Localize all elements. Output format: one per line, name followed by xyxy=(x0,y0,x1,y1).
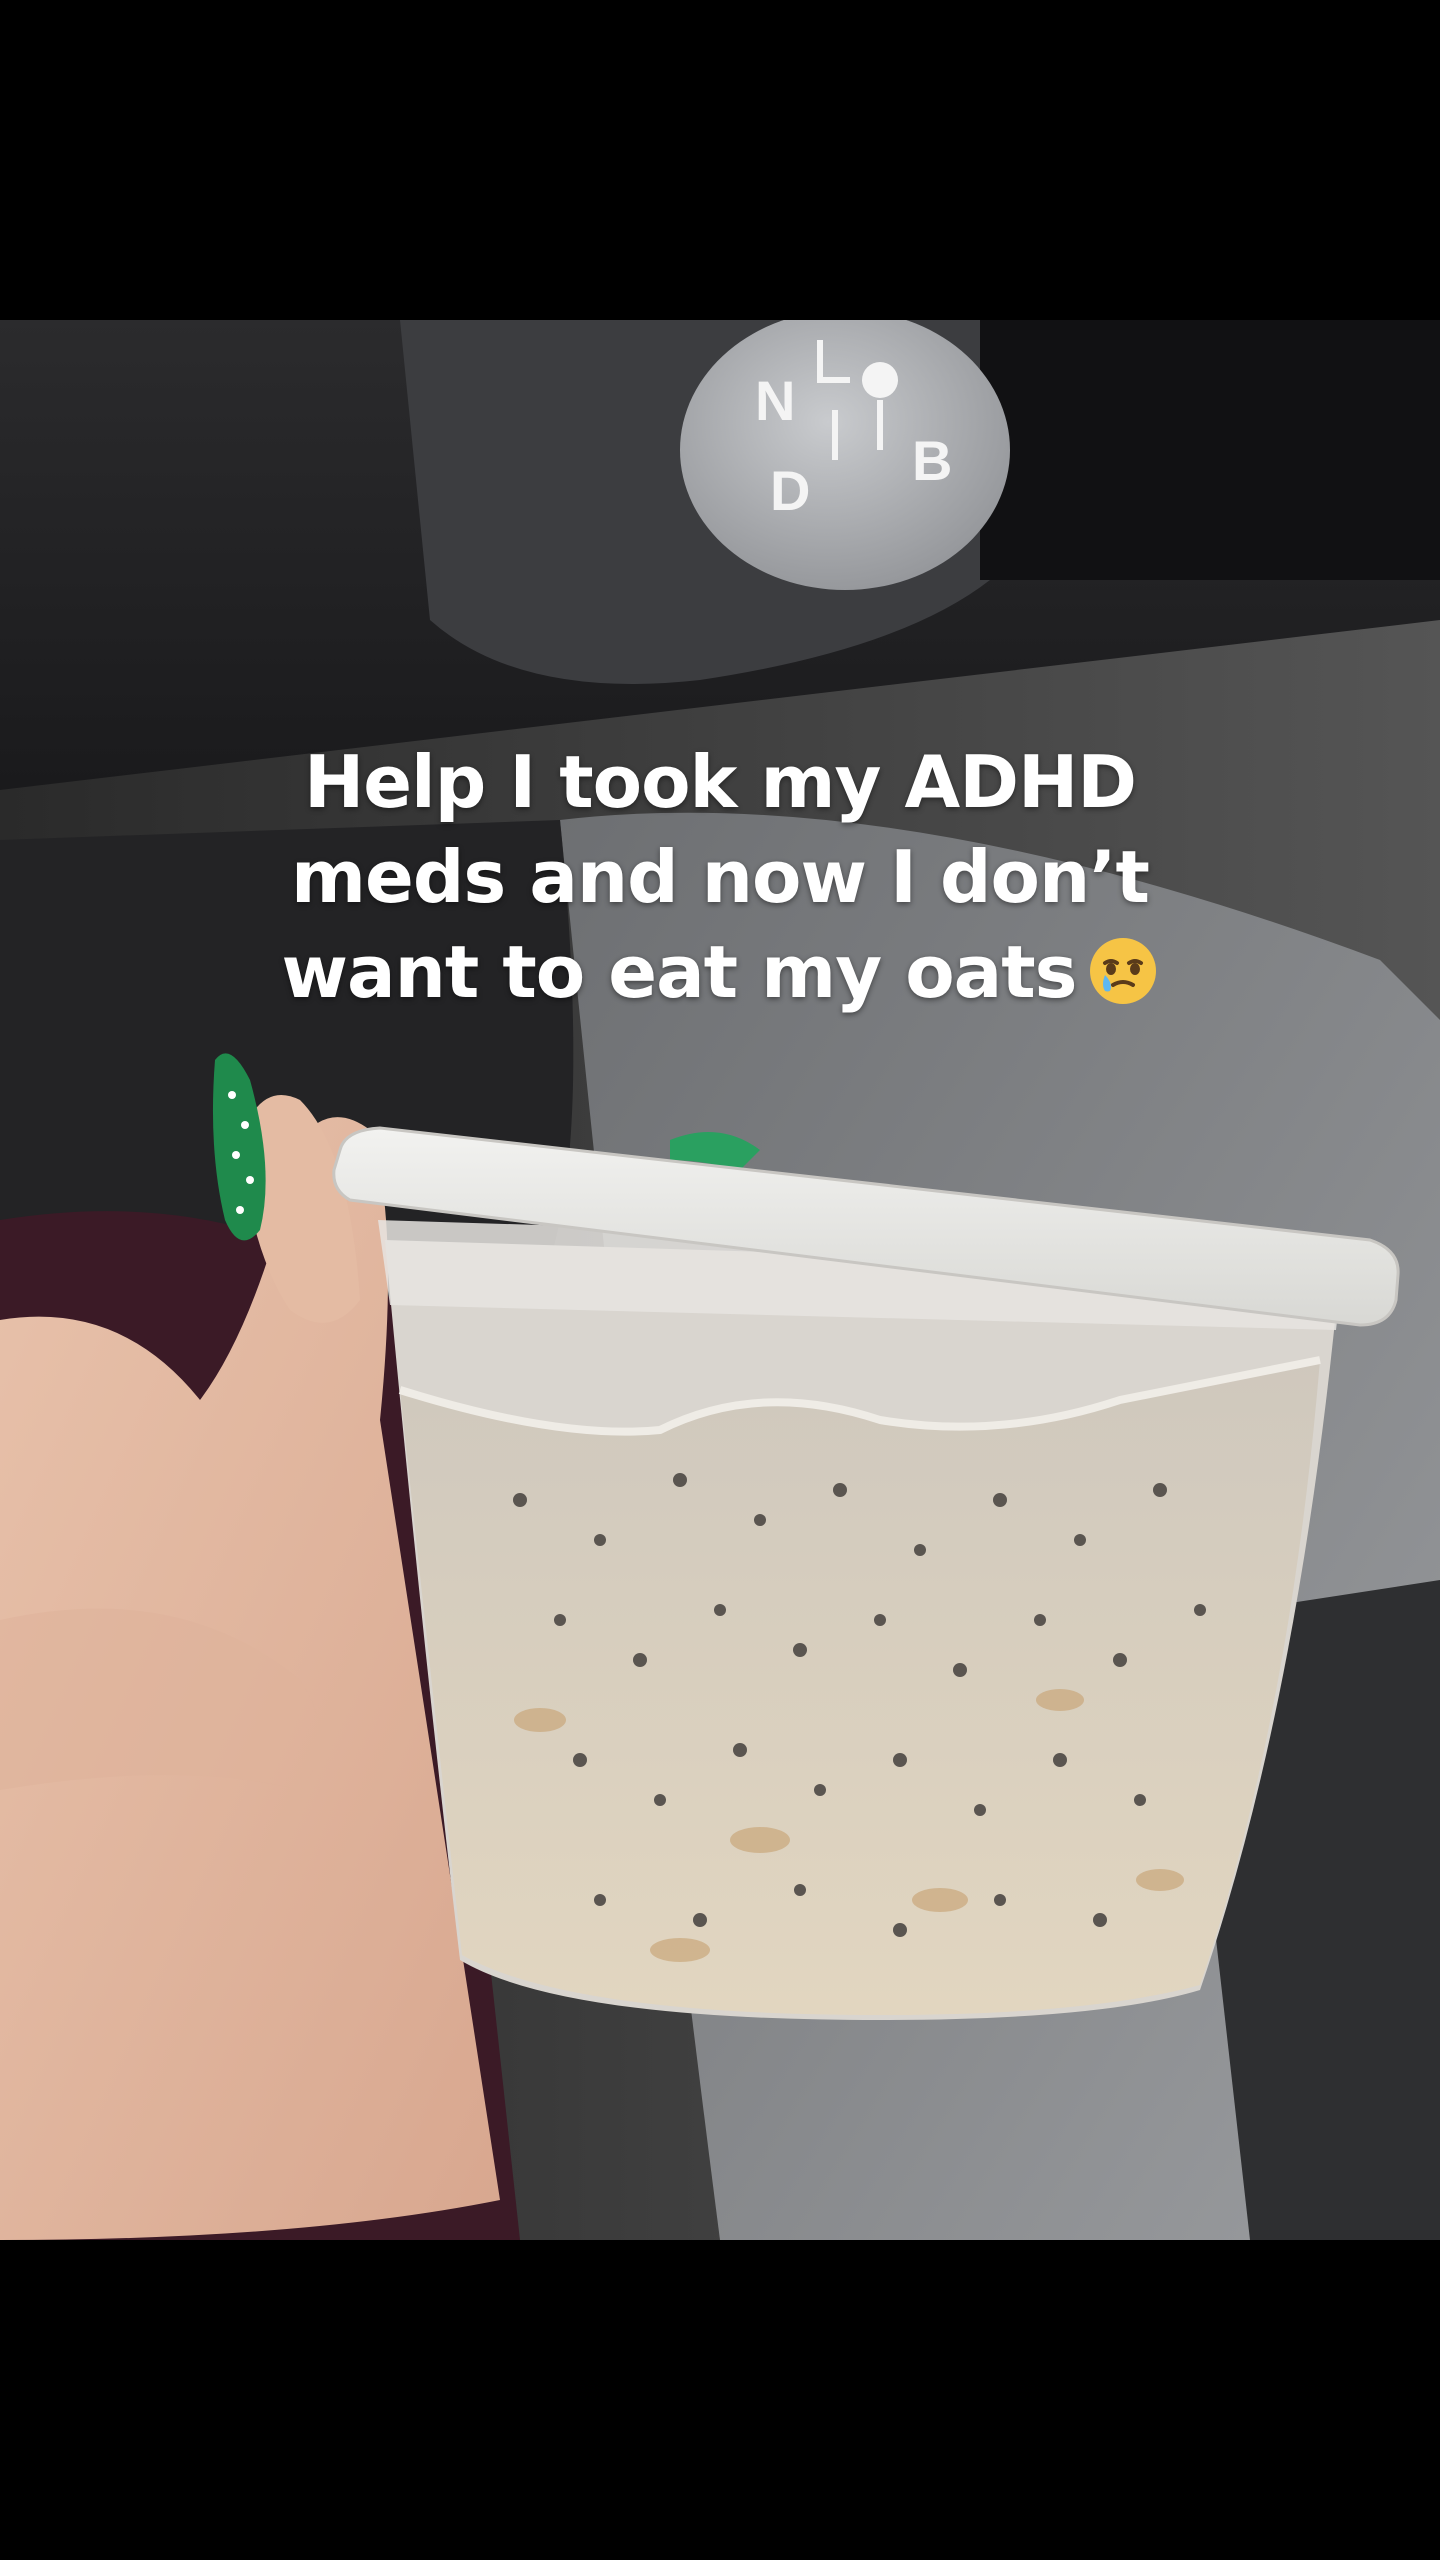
caption-line-2: meds and now I don’t xyxy=(291,835,1150,919)
face-holding-back-tears-icon xyxy=(1087,935,1159,1007)
caption-line-3-text: want to eat my oats xyxy=(281,930,1077,1014)
dashboard-panel xyxy=(980,320,1440,580)
photo: N D B xyxy=(0,320,1440,2240)
gear-label-d: D xyxy=(770,459,810,522)
letterbox-top xyxy=(0,0,1440,320)
caption: Help I took my ADHD meds and now I don’t… xyxy=(0,735,1440,1020)
caption-line-1: Help I took my ADHD xyxy=(303,740,1137,824)
gear-pattern-dot xyxy=(862,362,898,398)
gear-knob xyxy=(680,320,1010,590)
oats xyxy=(400,1360,1320,2015)
letterbox-bottom xyxy=(0,2240,1440,2560)
gear-label-n: N xyxy=(755,369,795,432)
gear-label-b: B xyxy=(912,429,952,492)
caption-line-3: want to eat my oats xyxy=(0,925,1440,1020)
